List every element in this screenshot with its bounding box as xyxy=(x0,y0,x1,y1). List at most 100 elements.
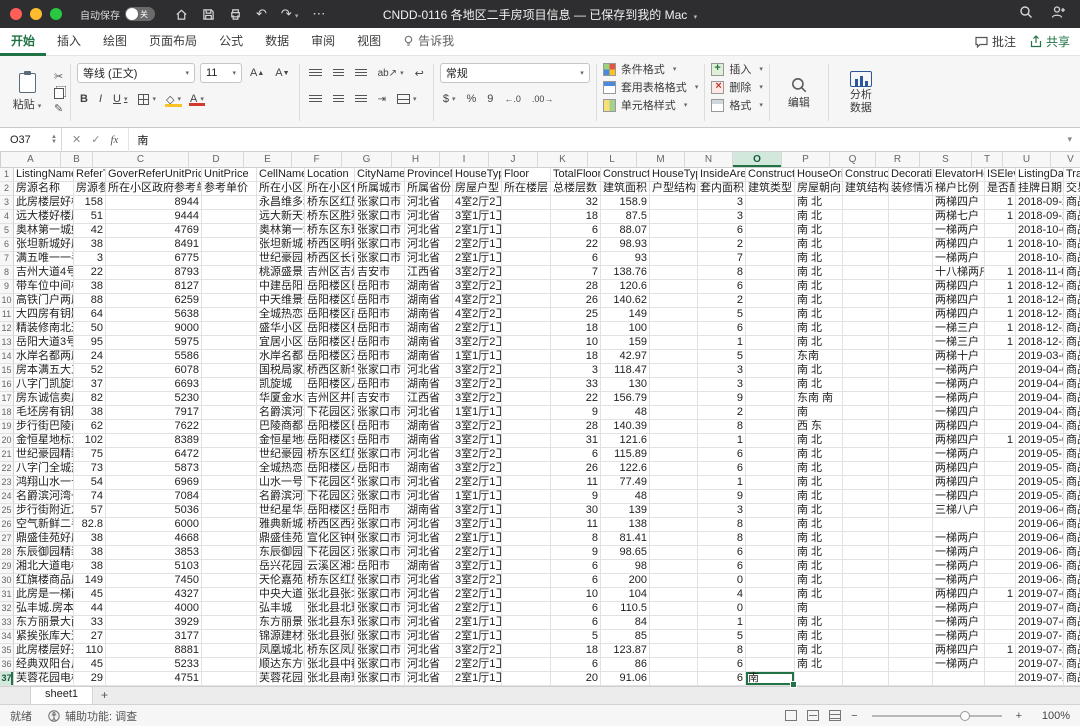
grid-cell-K11[interactable]: 25 xyxy=(551,308,601,322)
grid-cell-A17[interactable]: 房东诚信卖房 xyxy=(14,392,74,406)
grid-cell-T18[interactable] xyxy=(985,406,1016,420)
grid-cell-U13[interactable]: 2018-12-29 xyxy=(1016,336,1064,350)
select-all-button[interactable] xyxy=(0,152,1,168)
grid-cell-C23[interactable]: 6969 xyxy=(106,476,202,490)
grid-cell-R19[interactable] xyxy=(889,420,933,434)
grid-cell-I37[interactable]: 2室1厅1卫 xyxy=(453,672,502,686)
grid-cell-V9[interactable]: 商品房 xyxy=(1064,280,1080,294)
grid-cell-B19[interactable]: 62 xyxy=(74,420,106,434)
grid-cell-L12[interactable]: 100 xyxy=(601,322,650,336)
grid-cell-V8[interactable]: 商品房 xyxy=(1064,266,1080,280)
grid-cell-P14[interactable]: 东南 xyxy=(795,350,843,364)
grid-cell-R4[interactable] xyxy=(889,210,933,224)
grid-cell-E32[interactable]: 弘丰城 xyxy=(257,602,305,616)
grid-cell-E20[interactable]: 金恒星地标 xyxy=(257,434,305,448)
grid-cell-D36[interactable] xyxy=(202,658,257,672)
grid-cell-V22[interactable]: 商品房 xyxy=(1064,462,1080,476)
grid-cell-F21[interactable]: 桥东区红旗楼 xyxy=(305,448,355,462)
grid-cell-J14[interactable] xyxy=(502,350,551,364)
add-sheet-button[interactable]: + xyxy=(93,687,116,704)
grid-cell-H13[interactable]: 湖南省 xyxy=(405,336,453,350)
grid-cell-D4[interactable] xyxy=(202,210,257,224)
grid-cell-A24[interactable]: 名爵滨河湾一 xyxy=(14,490,74,504)
grid-cell-M2[interactable]: 户型结构 xyxy=(650,182,698,196)
grid-cell-M30[interactable] xyxy=(650,574,698,588)
grid-cell-E11[interactable]: 全城热恋 xyxy=(257,308,305,322)
grid-cell-K3[interactable]: 32 xyxy=(551,196,601,210)
grid-cell-D1[interactable]: UnitPrice xyxy=(202,168,257,182)
column-header-B[interactable]: B xyxy=(61,152,93,168)
fill-color-button[interactable]: ◇ ▾ xyxy=(164,93,183,107)
confirm-entry-icon[interactable]: ✓ xyxy=(91,133,100,146)
grid-cell-R32[interactable] xyxy=(889,602,933,616)
grid-cell-R28[interactable] xyxy=(889,546,933,560)
align-top-icon[interactable] xyxy=(306,68,325,78)
increase-font-size-button[interactable]: A ▲ xyxy=(247,67,267,79)
grid-cell-R30[interactable] xyxy=(889,574,933,588)
grid-cell-B2[interactable]: 房源参考总价 xyxy=(74,182,106,196)
grid-cell-N20[interactable]: 1 xyxy=(698,434,746,448)
more-commands-icon[interactable]: ⋯ xyxy=(312,6,326,22)
grid-cell-B32[interactable]: 44 xyxy=(74,602,106,616)
grid-cell-T20[interactable]: 1 xyxy=(985,434,1016,448)
grid-cell-U19[interactable]: 2019-04-27 xyxy=(1016,420,1064,434)
grid-cell-N15[interactable]: 3 xyxy=(698,364,746,378)
grid-cell-E29[interactable]: 岳兴花园 xyxy=(257,560,305,574)
column-header-G[interactable]: G xyxy=(342,152,392,168)
grid-cell-T31[interactable]: 1 xyxy=(985,588,1016,602)
grid-cell-H33[interactable]: 河北省 xyxy=(405,616,453,630)
grid-cell-L20[interactable]: 121.6 xyxy=(601,434,650,448)
align-bottom-icon[interactable] xyxy=(352,68,370,78)
grid-cell-R24[interactable] xyxy=(889,490,933,504)
grid-cell-S29[interactable]: 一梯两户 xyxy=(933,560,985,574)
grid-cell-I24[interactable]: 1室1厅1卫 xyxy=(453,490,502,504)
grid-cell-T16[interactable] xyxy=(985,378,1016,392)
row-header-5[interactable]: 5 xyxy=(0,224,14,238)
grid-cell-O33[interactable] xyxy=(746,616,795,630)
grid-cell-A2[interactable]: 房源名称 xyxy=(14,182,74,196)
grid-cell-T26[interactable] xyxy=(985,518,1016,532)
row-header-30[interactable]: 30 xyxy=(0,574,14,588)
grid-cell-E2[interactable]: 所在小区名称 xyxy=(257,182,305,196)
grid-cell-Q10[interactable] xyxy=(843,294,889,308)
grid-cell-A35[interactable]: 此房楼层好采 xyxy=(14,644,74,658)
grid-cell-V30[interactable]: 商品房 xyxy=(1064,574,1080,588)
grid-cell-A28[interactable]: 东辰御园精装 xyxy=(14,546,74,560)
grid-cell-E23[interactable]: 山水一号 xyxy=(257,476,305,490)
grid-cell-M11[interactable] xyxy=(650,308,698,322)
grid-cell-R12[interactable] xyxy=(889,322,933,336)
column-header-K[interactable]: K xyxy=(538,152,588,168)
increase-decimal-button[interactable]: .00→ xyxy=(529,94,557,104)
grid-cell-P13[interactable]: 南 北 xyxy=(795,336,843,350)
grid-cell-S16[interactable]: 一梯两户 xyxy=(933,378,985,392)
tab-view[interactable]: 视图 xyxy=(346,28,392,56)
grid-cell-M24[interactable] xyxy=(650,490,698,504)
grid-cell-A26[interactable]: 空气新鲜二手 xyxy=(14,518,74,532)
grid-cell-E19[interactable]: 巴陵商都 xyxy=(257,420,305,434)
grid-cell-B26[interactable]: 82.8 xyxy=(74,518,106,532)
grid-cell-R2[interactable]: 装修情况 xyxy=(889,182,933,196)
row-header-27[interactable]: 27 xyxy=(0,532,14,546)
row-header-22[interactable]: 22 xyxy=(0,462,14,476)
grid-cell-I32[interactable]: 2室2厅1卫 xyxy=(453,602,502,616)
grid-cell-U27[interactable]: 2019-06-08 xyxy=(1016,532,1064,546)
grid-cell-O27[interactable] xyxy=(746,532,795,546)
row-header-28[interactable]: 28 xyxy=(0,546,14,560)
grid-cell-V37[interactable]: 商品房 xyxy=(1064,672,1080,686)
grid-cell-T35[interactable]: 1 xyxy=(985,644,1016,658)
grid-cell-V35[interactable]: 商品房 xyxy=(1064,644,1080,658)
grid-cell-J12[interactable] xyxy=(502,322,551,336)
grid-cell-H30[interactable]: 河北省 xyxy=(405,574,453,588)
analyze-data-button[interactable]: 分析 数据 xyxy=(835,60,887,125)
grid-cell-E30[interactable]: 天伦嘉苑 xyxy=(257,574,305,588)
row-header-15[interactable]: 15 xyxy=(0,364,14,378)
grid-cell-N5[interactable]: 6 xyxy=(698,224,746,238)
row-header-11[interactable]: 11 xyxy=(0,308,14,322)
grid-cell-O26[interactable] xyxy=(746,518,795,532)
grid-cell-O15[interactable] xyxy=(746,364,795,378)
grid-cell-O9[interactable] xyxy=(746,280,795,294)
comments-button[interactable]: 批注 xyxy=(975,33,1016,50)
grid-cell-F10[interactable]: 岳阳楼区站前路 xyxy=(305,294,355,308)
row-header-21[interactable]: 21 xyxy=(0,448,14,462)
grid-cell-U5[interactable]: 2018-10-08 xyxy=(1016,224,1064,238)
